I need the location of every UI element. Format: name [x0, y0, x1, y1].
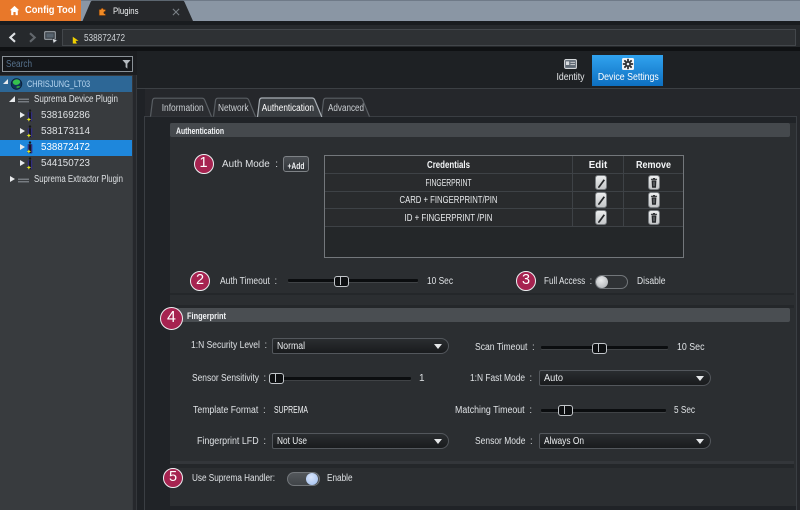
- svg-text:Advanced: Advanced: [328, 103, 364, 114]
- svg-text:Network: Network: [218, 103, 249, 114]
- svg-text:Authentication: Authentication: [262, 103, 314, 114]
- svg-text:Information: Information: [162, 103, 204, 114]
